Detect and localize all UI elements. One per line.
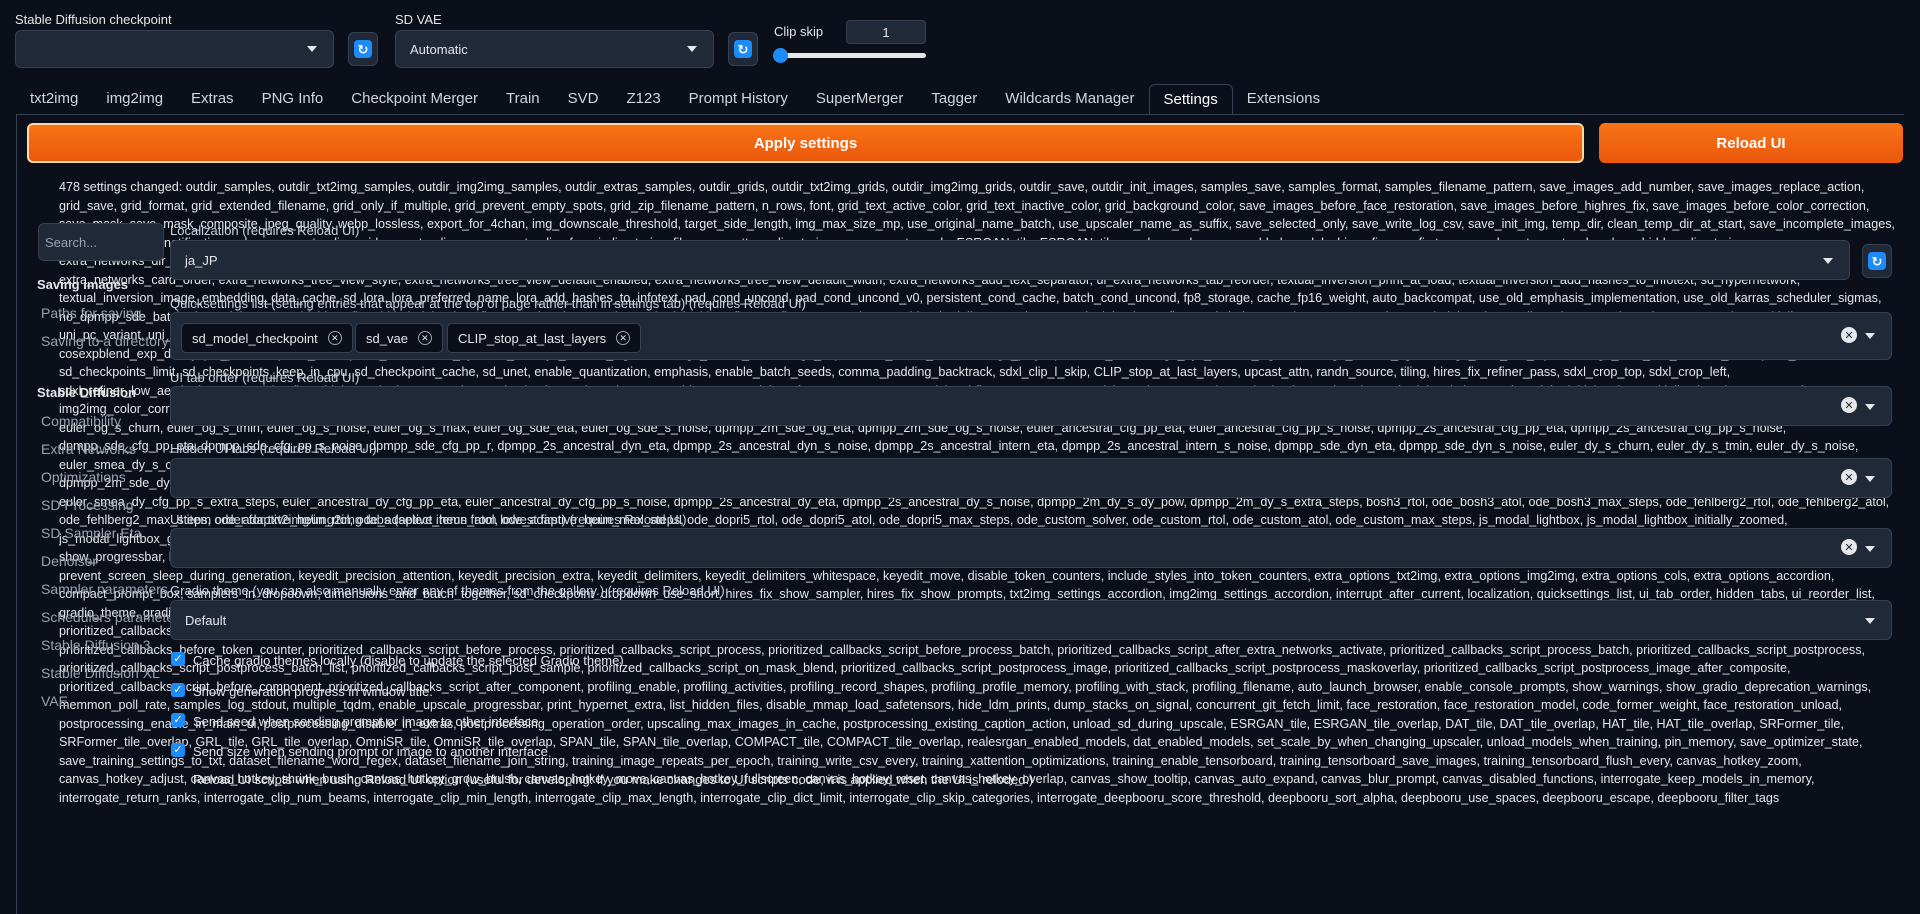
reload-ui-button[interactable]: Reload UI — [1599, 123, 1903, 163]
sidebar-item[interactable]: SD Sampler Eta — [41, 525, 141, 541]
tab-tagger[interactable]: Tagger — [917, 84, 991, 115]
localization-value: ja_JP — [185, 253, 218, 268]
sidebar-item[interactable]: Extra Networks — [41, 441, 136, 457]
refresh-icon: ↻ — [734, 40, 752, 58]
chevron-down-icon — [1823, 258, 1833, 264]
tab-settings[interactable]: Settings — [1148, 84, 1233, 115]
hidden-tabs-label: Hidden UI tabs (requires Reload UI) — [170, 441, 377, 456]
tab-divider — [16, 114, 1904, 115]
quicksettings-chip[interactable]: CLIP_stop_at_last_layers ✕ — [447, 323, 642, 353]
chevron-down-icon — [1865, 618, 1875, 624]
quicksettings-chip[interactable]: sd_model_checkpoint ✕ — [181, 323, 353, 353]
send-size-label: Send size when sending prompt or image t… — [193, 744, 548, 759]
quicksettings-chip[interactable]: sd_vae ✕ — [355, 323, 443, 353]
sidebar-item[interactable]: Optimizations — [41, 469, 126, 485]
send-seed-checkbox[interactable]: ✓ — [171, 713, 185, 727]
clip-skip-label: Clip skip — [774, 24, 824, 39]
ui-item-order-label: UI item order for txt2img/img2img tabs (… — [170, 512, 687, 527]
clear-all-icon[interactable]: ✕ — [1841, 397, 1857, 413]
chevron-down-icon[interactable] — [1865, 404, 1875, 410]
tab-extensions[interactable]: Extensions — [1233, 84, 1334, 115]
clip-skip-slider[interactable] — [780, 53, 926, 58]
hidden-tabs-multiselect[interactable]: ✕ — [170, 458, 1892, 498]
checkpoint-dropdown[interactable] — [15, 30, 334, 68]
tab-svd[interactable]: SVD — [554, 84, 613, 115]
quicksettings-multiselect[interactable]: sd_model_checkpoint ✕ sd_vae ✕ CLIP_stop_a… — [170, 312, 1892, 360]
tab-checkpoint-merger[interactable]: Checkpoint Merger — [337, 84, 492, 115]
ui-item-order-multiselect[interactable]: ✕ — [170, 528, 1892, 568]
tab-wildcards-manager[interactable]: Wildcards Manager — [991, 84, 1148, 115]
tab-train[interactable]: Train — [492, 84, 554, 115]
localization-refresh-button[interactable]: ↻ — [1862, 244, 1892, 278]
clip-skip-slider-thumb[interactable] — [773, 48, 788, 63]
checkpoint-refresh-button[interactable]: ↻ — [348, 32, 378, 66]
reload-scripts-label: Reload UI scripts when using Reload UI o… — [193, 772, 1034, 787]
gradio-theme-value: Default — [185, 613, 227, 628]
sidebar-item[interactable]: SD Processing — [41, 497, 134, 513]
close-icon[interactable]: ✕ — [616, 331, 631, 345]
sidebar-item[interactable]: Stable Diffusion XL — [41, 665, 160, 681]
sidebar-section-title: Stable Diffusion — [37, 385, 136, 400]
checkpoint-label: Stable Diffusion checkpoint — [15, 12, 172, 27]
clip-skip-number-input[interactable]: 1 — [846, 20, 926, 44]
quicksettings-label: Quicksettings list (setting entries that… — [170, 296, 806, 311]
settings-search-input[interactable]: Search... — [38, 223, 164, 261]
chevron-down-icon[interactable] — [1865, 546, 1875, 552]
send-size-checkbox[interactable]: ✓ — [171, 743, 185, 757]
tab-prompt-history[interactable]: Prompt History — [675, 84, 802, 115]
vae-refresh-button[interactable]: ↻ — [728, 32, 758, 66]
cache-theme-label: Cache gradio themes locally (disable to … — [193, 653, 624, 668]
clear-all-icon[interactable]: ✕ — [1841, 469, 1857, 485]
chip-label: sd_model_checkpoint — [192, 330, 318, 346]
progress-title-checkbox[interactable]: ✓ — [171, 683, 185, 697]
refresh-icon: ↻ — [354, 40, 372, 58]
tab-png-info[interactable]: PNG Info — [248, 84, 338, 115]
main-tabs: txt2img img2img Extras PNG Info Checkpoint M… — [16, 84, 1334, 115]
tab-supermerger[interactable]: SuperMerger — [802, 84, 918, 115]
tab-txt2img[interactable]: txt2img — [16, 84, 92, 115]
vae-dropdown[interactable]: Automatic — [395, 30, 714, 68]
chip-label: sd_vae — [366, 330, 408, 346]
sidebar-item[interactable]: Schedulers parameters — [41, 609, 186, 625]
gradio-theme-label: Gradio theme (you can also manually ente… — [170, 583, 725, 598]
sidebar-item[interactable]: Sampler parameters — [41, 581, 168, 597]
send-seed-label: Send seed when sending prompt or image t… — [193, 714, 539, 729]
sidebar-item[interactable]: Saving to a directory — [41, 333, 169, 349]
chip-label: CLIP_stop_at_last_layers — [458, 330, 607, 346]
tab-extras[interactable]: Extras — [177, 84, 248, 115]
gradio-theme-dropdown[interactable]: Default — [170, 600, 1892, 640]
sidebar-item[interactable]: Denoiser — [41, 553, 97, 569]
sidebar-item[interactable]: Paths for saving — [41, 305, 141, 321]
sidebar-item[interactable]: Stable Diffusion 3 — [41, 637, 150, 653]
clear-all-icon[interactable]: ✕ — [1841, 327, 1857, 343]
vae-value: Automatic — [410, 41, 468, 57]
refresh-icon: ↻ — [1868, 252, 1886, 270]
tab-order-label: UI tab order (requires Reload UI) — [170, 370, 360, 385]
progress-title-label: Show generation progress in window title… — [193, 684, 433, 699]
cache-theme-checkbox[interactable]: ✓ — [171, 652, 185, 666]
apply-settings-button[interactable]: Apply settings — [27, 123, 1584, 163]
search-placeholder: Search... — [45, 235, 98, 250]
localization-label: Localization (requires Reload UI) — [170, 223, 360, 238]
chevron-down-icon — [307, 46, 317, 52]
tab-img2img[interactable]: img2img — [92, 84, 177, 115]
tab-order-multiselect[interactable]: ✕ — [170, 386, 1892, 426]
sidebar-section-title: Saving images — [37, 277, 129, 292]
chevron-down-icon[interactable] — [1865, 476, 1875, 482]
quicksettings-bar: Stable Diffusion checkpoint ↻ SD VAE Aut… — [0, 0, 1920, 80]
tab-z123[interactable]: Z123 — [612, 84, 674, 115]
chevron-down-icon — [687, 46, 697, 52]
panel-border — [16, 114, 17, 914]
vae-label: SD VAE — [395, 12, 442, 27]
sidebar-item[interactable]: Compatibility — [41, 413, 121, 429]
close-icon[interactable]: ✕ — [327, 331, 342, 345]
clear-all-icon[interactable]: ✕ — [1841, 539, 1857, 555]
sidebar-item[interactable]: VAE — [41, 693, 68, 709]
chevron-down-icon[interactable] — [1865, 333, 1875, 339]
localization-dropdown[interactable]: ja_JP — [170, 240, 1850, 280]
close-icon[interactable]: ✕ — [417, 331, 432, 345]
